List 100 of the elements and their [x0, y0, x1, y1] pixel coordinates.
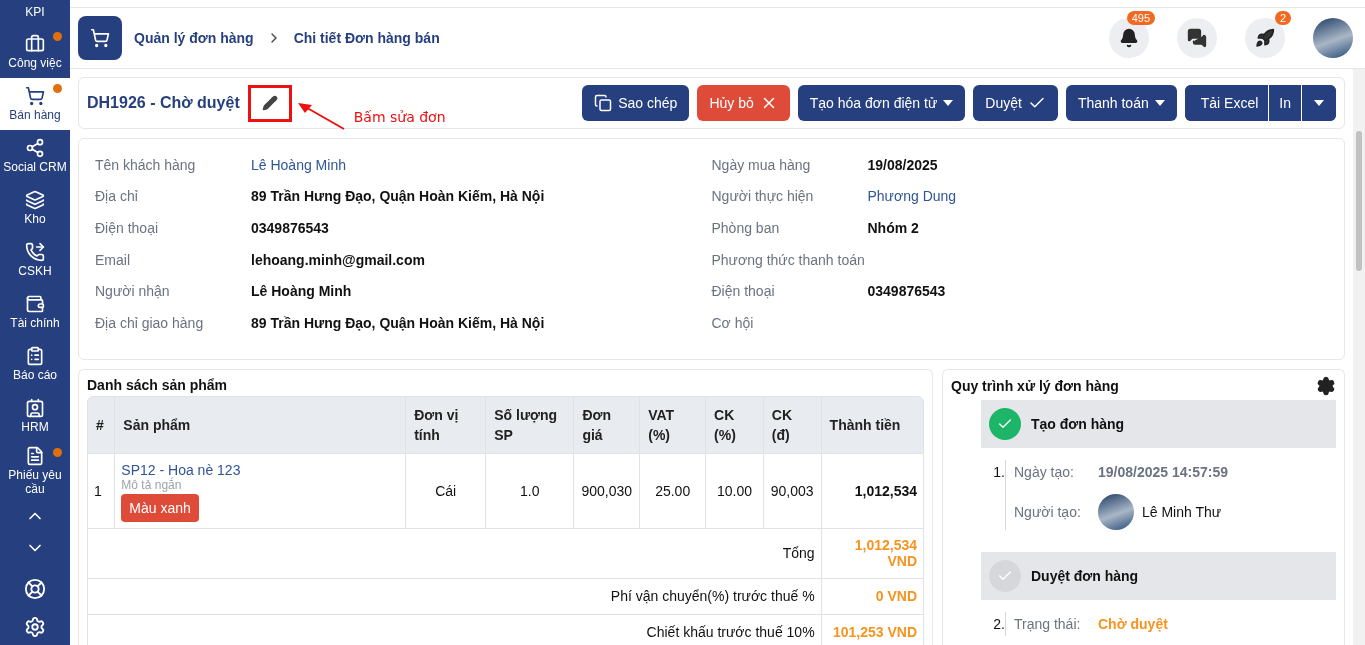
share-icon — [25, 138, 45, 158]
sidebar-item[interactable]: Báo cáo — [0, 338, 70, 390]
notification-count: 495 — [1126, 11, 1155, 25]
sidebar-item[interactable]: Công việc — [0, 26, 70, 78]
document-icon — [25, 446, 45, 466]
table-cell: 1,012,534 — [821, 453, 924, 529]
table-cell: 900,030 — [573, 453, 640, 529]
copy-icon — [594, 94, 613, 112]
field-label: Tên khách hàng — [95, 156, 197, 173]
summary-label: Chiết khấu trước thuế 10% — [87, 614, 822, 645]
table-cell: Cái — [405, 453, 486, 529]
annotation-note: Bấm sửa đơn — [353, 108, 446, 125]
column-header: CK (đ) — [763, 396, 822, 454]
bell-icon — [1119, 28, 1139, 48]
stack-icon — [25, 190, 45, 210]
field-label: Email — [95, 251, 131, 268]
step-title: Tạo đơn hàng — [1031, 415, 1125, 432]
sidebar-item[interactable]: Tài chính — [0, 286, 70, 338]
export-button[interactable]: Tải Excel — [1184, 85, 1270, 121]
sidebar-item[interactable]: Social CRM — [0, 130, 70, 182]
action-button[interactable]: Hủy bỏ — [697, 85, 790, 121]
column-header: Sản phẩm — [114, 396, 406, 454]
lifebuoy-icon[interactable] — [24, 578, 46, 600]
field-value: 0349876543 — [251, 220, 330, 236]
field-value: 89 Trần Hưng Đạo, Quận Hoàn Kiếm, Hà Nội — [251, 314, 546, 331]
column-header: Đơn vị tính — [405, 396, 486, 454]
column-header: CK (%) — [705, 396, 764, 454]
settings-icon[interactable] — [1316, 375, 1336, 396]
field-value: Lê Hoàng Minh — [251, 283, 353, 300]
caret-icon — [1154, 100, 1165, 106]
scrollbar-thumb[interactable] — [1356, 131, 1362, 271]
column-header: VAT (%) — [639, 396, 706, 454]
wallet-icon — [25, 294, 45, 314]
field-label: Điện thoại — [95, 220, 160, 236]
action-button[interactable]: Tạo hóa đơn điện tử — [797, 85, 966, 121]
cart-icon — [90, 28, 110, 48]
chat-button[interactable] — [1177, 18, 1217, 58]
field-label: Địa chỉ — [95, 188, 139, 205]
sidebar-item[interactable]: HRM — [0, 390, 70, 442]
sidebar-item[interactable]: KPI — [0, 0, 70, 26]
field-label: Ngày mua hàng — [711, 156, 812, 173]
summary-label: Tổng — [87, 528, 822, 579]
detail-value: Chờ duyệt — [1098, 615, 1168, 632]
table-cell: 1.0 — [485, 453, 574, 529]
field-value: Nhóm 2 — [867, 220, 920, 236]
field-label: Phòng ban — [711, 220, 781, 236]
sidebar-item[interactable]: Kho — [0, 182, 70, 234]
field-link[interactable]: Phương Dung — [867, 188, 1328, 205]
field-value: lehoang.minh@gmail.com — [251, 251, 426, 268]
field-value: 19/08/2025 — [867, 156, 939, 173]
column-header: # — [87, 396, 115, 454]
detail-label: Người tạo: — [1014, 503, 1082, 520]
table-cell: 25.00 — [639, 453, 706, 529]
rocket-icon — [1255, 28, 1275, 48]
sidebar-item[interactable]: CSKH — [0, 234, 70, 286]
table-cell: 1 — [87, 453, 115, 529]
summary-label: Phí vận chuyển(%) trước thuế % — [87, 578, 822, 615]
id-card-icon — [25, 398, 45, 418]
card-title: Danh sách sản phẩm — [87, 376, 228, 393]
arrow-drawing — [295, 100, 346, 131]
table-cell: 10.00 — [705, 453, 764, 529]
product-tag: Màu xanh — [121, 493, 199, 522]
field-label: Cơ hội — [711, 314, 755, 331]
user-avatar[interactable] — [1313, 18, 1353, 58]
phone-icon — [25, 242, 45, 262]
caret-icon — [1314, 100, 1324, 106]
column-header: Thành tiền — [821, 396, 924, 454]
pencil-icon — [261, 95, 278, 111]
order-title: DH1926 - Chờ duyệt — [87, 94, 240, 112]
field-value: 0349876543 — [867, 283, 947, 300]
action-button[interactable]: Sao chép — [582, 85, 690, 121]
field-value: 89 Trần Hưng Đạo, Quận Hoàn Kiếm, Hà Nội — [251, 188, 546, 205]
clipboard-icon — [25, 346, 45, 366]
summary-value: 1,012,534 VND — [821, 528, 924, 579]
caret-icon — [943, 100, 954, 106]
user-avatar — [1098, 493, 1134, 530]
step-number: 2. — [992, 614, 1005, 634]
field-label: Phương thức thanh toán — [711, 251, 866, 268]
sidebar-item[interactable]: Bán hàng — [0, 78, 70, 130]
action-button[interactable]: Thanh toán — [1065, 85, 1177, 121]
summary-value: 0 VND — [821, 578, 924, 615]
product-link[interactable]: SP12 - Hoa nè 123 — [121, 461, 400, 478]
sidebar-item[interactable]: Phiếu yêu cầu — [0, 442, 70, 500]
field-label: Địa chỉ giao hàng — [95, 314, 205, 331]
action-button[interactable]: Duyệt — [973, 85, 1058, 121]
column-header: Đơn giá — [573, 396, 640, 454]
chat-icon — [1187, 28, 1207, 48]
detail-label: Trạng thái: — [1014, 615, 1082, 632]
detail-value: Lê Minh Thư — [1142, 503, 1222, 520]
rocket-count: 2 — [1274, 11, 1291, 25]
briefcase-icon — [25, 34, 45, 54]
breadcrumb-link[interactable]: Chi tiết Đơn hàng bán — [293, 30, 440, 46]
cart-icon — [25, 86, 45, 106]
detail-label: Ngày tạo: — [1014, 463, 1075, 480]
field-label: Điện thoại — [711, 283, 776, 300]
field-link[interactable]: Lê Hoàng Minh — [251, 156, 712, 173]
detail-value: 19/08/2025 14:57:59 — [1098, 463, 1228, 480]
field-label: Người nhận — [95, 283, 171, 300]
step-title: Duyệt đơn hàng — [1031, 567, 1139, 584]
breadcrumb-link[interactable]: Quản lý đơn hàng — [134, 30, 254, 46]
